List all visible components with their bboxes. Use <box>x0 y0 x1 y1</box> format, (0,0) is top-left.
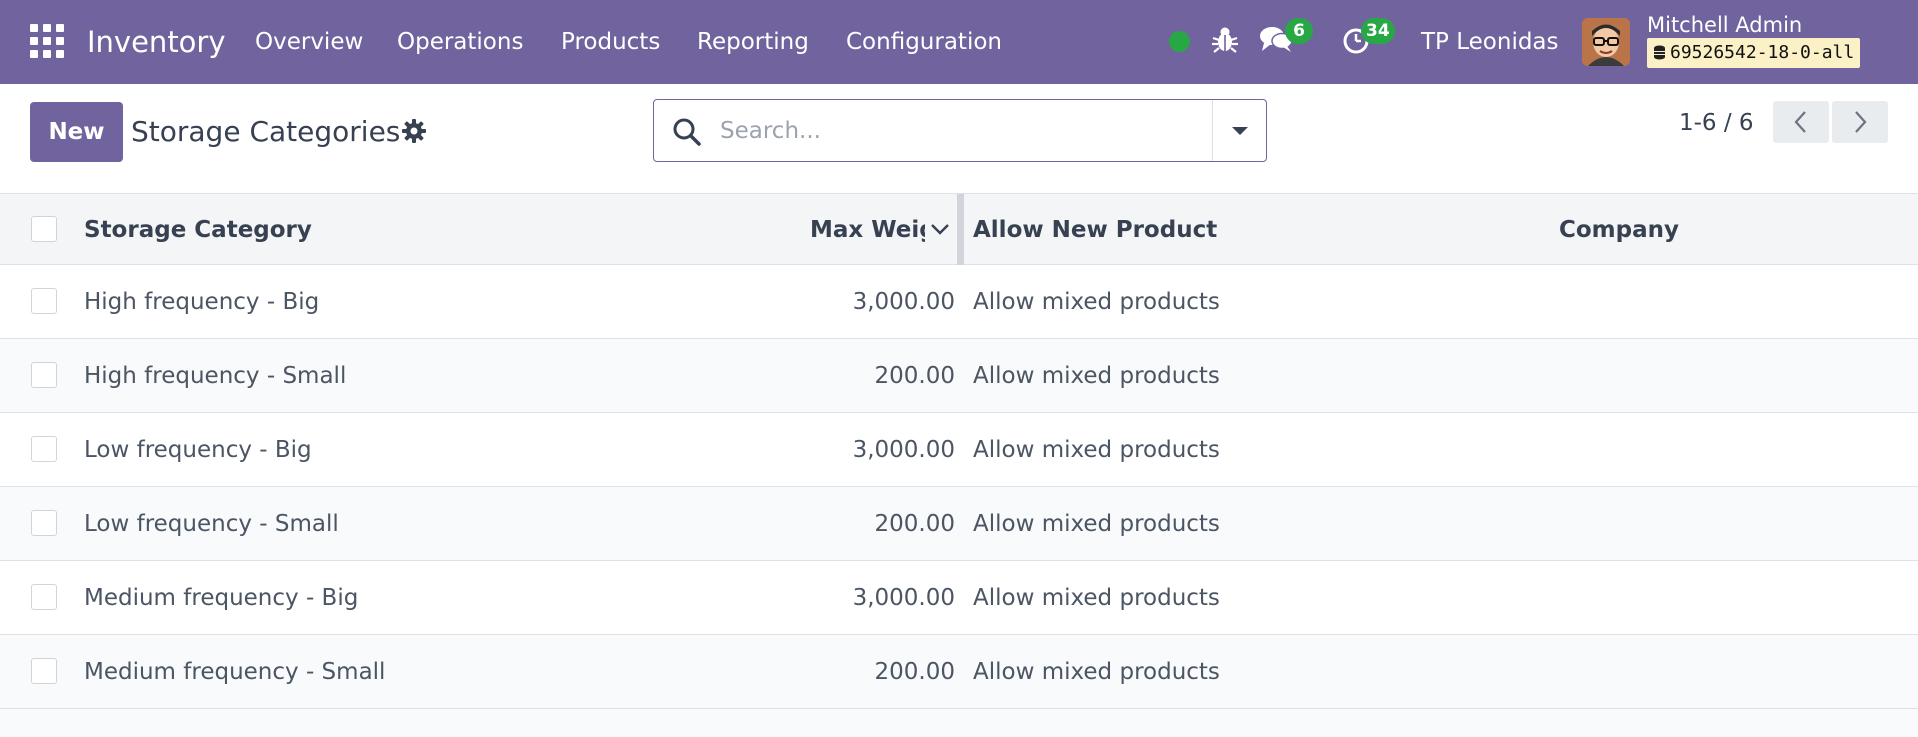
gear-icon[interactable] <box>401 118 427 144</box>
cell-allow-new-product: Allow mixed products <box>973 585 1220 611</box>
cell-max-weight: 3,000.00 <box>852 437 955 463</box>
table-row[interactable]: High frequency - Small 200.00 Allow mixe… <box>0 339 1918 413</box>
cell-max-weight: 200.00 <box>874 363 955 389</box>
select-all-checkbox[interactable] <box>31 216 57 242</box>
column-header-company[interactable]: Company <box>1559 214 1679 246</box>
cell-storage-category: Medium frequency - Small <box>84 659 386 685</box>
table-row[interactable]: Low frequency - Big 3,000.00 Allow mixed… <box>0 413 1918 487</box>
pager-previous-button[interactable] <box>1773 101 1829 143</box>
user-avatar[interactable] <box>1582 18 1630 66</box>
row-checkbox[interactable] <box>31 288 57 314</box>
cell-max-weight: 200.00 <box>874 659 955 685</box>
user-name[interactable]: Mitchell Admin <box>1647 12 1802 38</box>
row-checkbox[interactable] <box>31 362 57 388</box>
cell-storage-category: Low frequency - Small <box>84 511 339 537</box>
top-navbar: Inventory Overview Operations Products R… <box>0 0 1918 84</box>
cell-storage-category: High frequency - Small <box>84 363 347 389</box>
table-header: Storage Category Max Weig Allow New Prod… <box>0 194 1918 265</box>
table-row[interactable]: Medium frequency - Big 3,000.00 Allow mi… <box>0 561 1918 635</box>
presence-status-icon <box>1169 31 1190 52</box>
table-row[interactable]: High frequency - Big 3,000.00 Allow mixe… <box>0 265 1918 339</box>
messages-count-badge: 6 <box>1285 18 1313 44</box>
apps-menu-icon[interactable] <box>30 24 64 58</box>
chevron-left-icon <box>1794 111 1806 133</box>
column-header-max-weight[interactable]: Max Weig <box>810 214 925 246</box>
cell-allow-new-product: Allow mixed products <box>973 437 1220 463</box>
cell-storage-category: Low frequency - Big <box>84 437 312 463</box>
activities-count-badge: 34 <box>1361 18 1395 44</box>
menu-item-configuration[interactable]: Configuration <box>846 26 1002 58</box>
cell-storage-category: High frequency - Big <box>84 289 320 315</box>
row-checkbox[interactable] <box>31 584 57 610</box>
control-panel: New Storage Categories 1-6 / 6 <box>0 84 1918 194</box>
row-checkbox[interactable] <box>31 436 57 462</box>
company-switcher[interactable]: TP Leonidas <box>1421 26 1559 58</box>
database-badge: 69526542-18-0-all <box>1647 38 1861 68</box>
caret-down-icon <box>1232 127 1248 135</box>
cell-storage-category: Medium frequency - Big <box>84 585 359 611</box>
new-button[interactable]: New <box>30 102 123 162</box>
sort-chevron-down-icon[interactable] <box>929 218 951 240</box>
search-input[interactable] <box>720 110 1220 152</box>
search-options-toggle[interactable] <box>1212 100 1266 161</box>
menu-item-products[interactable]: Products <box>561 26 660 58</box>
column-header-allow-new-product[interactable]: Allow New Product <box>973 214 1217 246</box>
row-checkbox[interactable] <box>31 658 57 684</box>
page-title: Storage Categories <box>131 115 401 148</box>
pager-value[interactable]: 1-6 / 6 <box>1679 107 1754 139</box>
column-header-storage-category[interactable]: Storage Category <box>84 214 312 246</box>
list-view: Storage Category Max Weig Allow New Prod… <box>0 194 1918 737</box>
cell-allow-new-product: Allow mixed products <box>973 511 1220 537</box>
cell-max-weight: 3,000.00 <box>852 289 955 315</box>
table-row[interactable]: Medium frequency - Small 200.00 Allow mi… <box>0 635 1918 709</box>
cell-max-weight: 200.00 <box>874 511 955 537</box>
database-name: 69526542-18-0-all <box>1670 42 1855 63</box>
cell-allow-new-product: Allow mixed products <box>973 659 1220 685</box>
app-name[interactable]: Inventory <box>87 22 226 62</box>
search-bar <box>653 99 1267 162</box>
row-checkbox[interactable] <box>31 510 57 536</box>
column-resize-handle[interactable] <box>957 194 964 265</box>
pager-next-button[interactable] <box>1832 101 1888 143</box>
menu-item-reporting[interactable]: Reporting <box>697 26 809 58</box>
search-icon <box>673 118 701 146</box>
debug-bug-icon[interactable] <box>1211 25 1239 55</box>
database-icon <box>1654 45 1665 60</box>
cell-allow-new-product: Allow mixed products <box>973 289 1220 315</box>
chevron-right-icon <box>1855 111 1867 133</box>
cell-allow-new-product: Allow mixed products <box>973 363 1220 389</box>
cell-max-weight: 3,000.00 <box>852 585 955 611</box>
menu-item-operations[interactable]: Operations <box>397 26 523 58</box>
menu-item-overview[interactable]: Overview <box>255 26 363 58</box>
table-row[interactable]: Low frequency - Small 200.00 Allow mixed… <box>0 487 1918 561</box>
